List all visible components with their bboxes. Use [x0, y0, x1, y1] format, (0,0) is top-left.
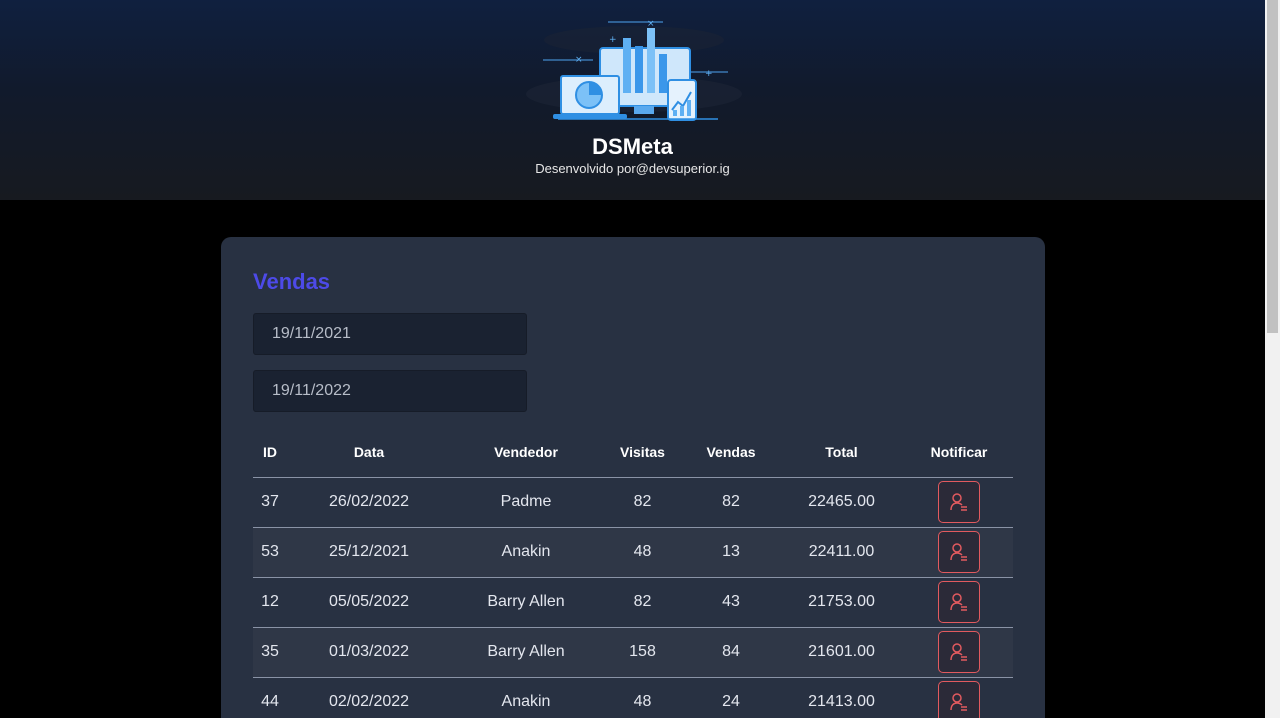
- header: × × + + DSMeta Desenvolvido por@devsuper…: [0, 0, 1265, 200]
- cell-visited: 48: [601, 527, 684, 578]
- notify-button[interactable]: [938, 581, 980, 623]
- cell-total: 21753.00: [778, 577, 905, 628]
- svg-text:×: ×: [647, 19, 655, 29]
- notify-button[interactable]: [938, 681, 980, 718]
- cell-visited: 158: [601, 627, 684, 678]
- cell-visited: 48: [601, 677, 684, 718]
- svg-text:+: +: [705, 69, 713, 79]
- cell-visited: 82: [601, 577, 684, 628]
- column-header-date: Data: [287, 427, 451, 478]
- cell-id: 12: [253, 577, 287, 628]
- column-header-visited: Visitas: [601, 427, 684, 478]
- notify-user-icon: [950, 493, 967, 511]
- cell-seller: Padme: [451, 477, 601, 528]
- cell-id: 37: [253, 477, 287, 528]
- cell-seller: Anakin: [451, 527, 601, 578]
- app-title: DSMeta: [592, 134, 673, 159]
- cell-deals: 84: [684, 627, 778, 678]
- cell-date: 02/02/2022: [287, 677, 451, 718]
- cell-total: 22465.00: [778, 477, 905, 528]
- cell-deals: 43: [684, 577, 778, 628]
- cell-deals: 82: [684, 477, 778, 528]
- dashboard-devices-illustration: × × + +: [526, 19, 742, 121]
- cell-seller: Barry Allen: [451, 627, 601, 678]
- page-scrollbar[interactable]: [1265, 0, 1280, 718]
- table-row: 37 26/02/2022 Padme 82 82 22465.00: [253, 477, 1013, 528]
- cell-date: 05/05/2022: [287, 577, 451, 628]
- sales-table: ID Data Vendedor Visitas Vendas Total No…: [253, 427, 1013, 718]
- page: × × + + DSMeta Desenvolvido por@devsuper…: [0, 0, 1265, 718]
- cell-id: 35: [253, 627, 287, 678]
- table-row: 53 25/12/2021 Anakin 48 13 22411.00: [253, 527, 1013, 578]
- notify-button[interactable]: [938, 531, 980, 573]
- scrollbar-thumb[interactable]: [1267, 0, 1278, 333]
- min-date-input[interactable]: [253, 313, 527, 355]
- notify-button[interactable]: [938, 631, 980, 673]
- cell-notify: [905, 527, 1013, 578]
- table-header-row: ID Data Vendedor Visitas Vendas Total No…: [253, 427, 1013, 478]
- column-header-id: ID: [253, 427, 287, 478]
- notify-button[interactable]: [938, 481, 980, 523]
- cell-date: 25/12/2021: [287, 527, 451, 578]
- cell-date: 26/02/2022: [287, 477, 451, 528]
- cell-total: 21413.00: [778, 677, 905, 718]
- cell-deals: 24: [684, 677, 778, 718]
- column-header-total: Total: [778, 427, 905, 478]
- svg-text:+: +: [609, 35, 617, 45]
- svg-text:×: ×: [575, 55, 583, 65]
- column-header-notify: Notificar: [905, 427, 1013, 478]
- cell-seller: Barry Allen: [451, 577, 601, 628]
- cell-seller: Anakin: [451, 677, 601, 718]
- cell-date: 01/03/2022: [287, 627, 451, 678]
- cell-notify: [905, 477, 1013, 528]
- table-row: 12 05/05/2022 Barry Allen 82 43 21753.00: [253, 577, 1013, 628]
- column-header-seller: Vendedor: [451, 427, 601, 478]
- notify-user-icon: [950, 543, 967, 561]
- table-row: 35 01/03/2022 Barry Allen 158 84 21601.0…: [253, 627, 1013, 678]
- table-row: 44 02/02/2022 Anakin 48 24 21413.00: [253, 677, 1013, 718]
- notify-user-icon: [950, 693, 967, 711]
- max-date-input[interactable]: [253, 370, 527, 412]
- column-header-deals: Vendas: [684, 427, 778, 478]
- cell-notify: [905, 577, 1013, 628]
- notify-user-icon: [950, 593, 967, 611]
- cell-notify: [905, 677, 1013, 718]
- cell-total: 21601.00: [778, 627, 905, 678]
- sales-title: Vendas: [253, 269, 331, 294]
- cell-deals: 13: [684, 527, 778, 578]
- cell-total: 22411.00: [778, 527, 905, 578]
- cell-id: 44: [253, 677, 287, 718]
- cell-visited: 82: [601, 477, 684, 528]
- app-subtitle: Desenvolvido por@devsuperior.ig: [535, 161, 730, 176]
- cell-notify: [905, 627, 1013, 678]
- cell-id: 53: [253, 527, 287, 578]
- notify-user-icon: [950, 643, 967, 661]
- sales-card: Vendas ID Data Vendedor Visitas Vendas T…: [221, 237, 1045, 718]
